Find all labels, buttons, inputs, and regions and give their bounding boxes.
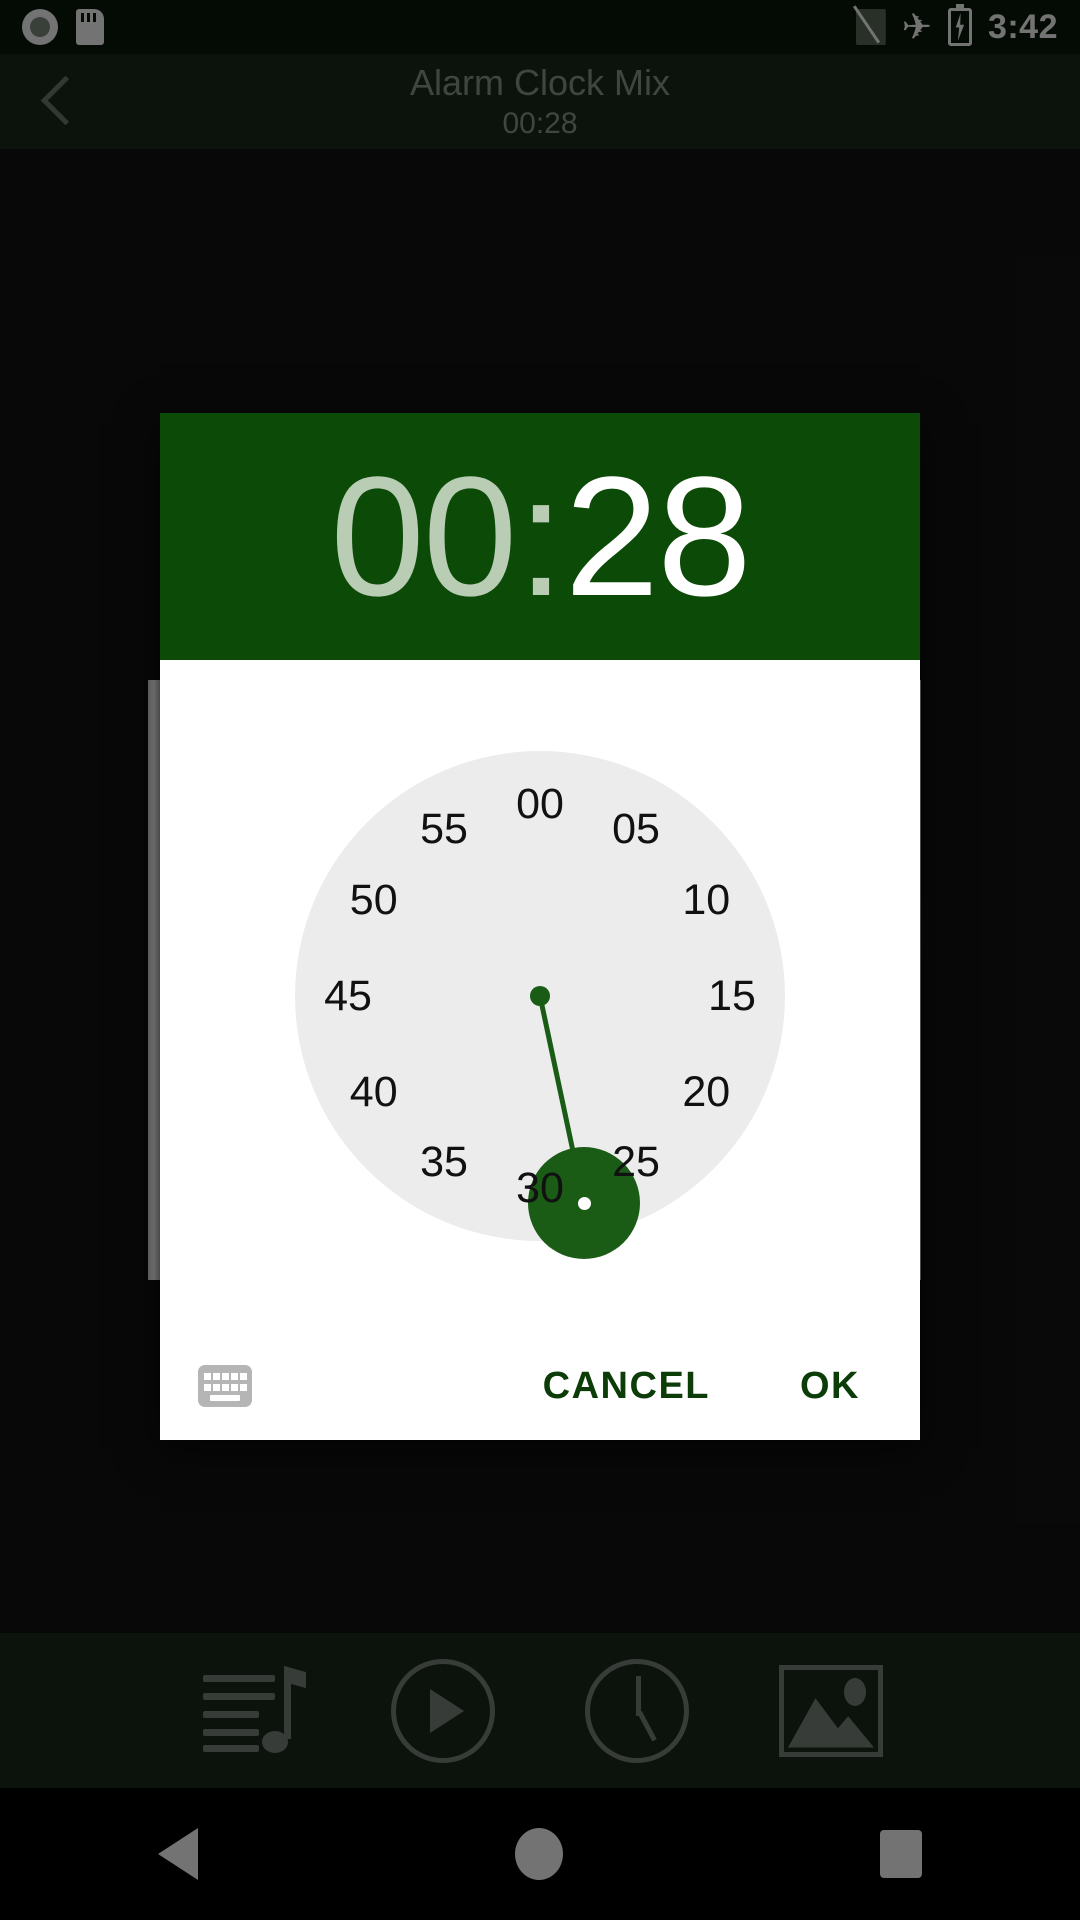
keyboard-icon[interactable]	[198, 1365, 252, 1407]
hours-value[interactable]: 00	[330, 452, 517, 622]
time-display: 00 : 28	[330, 441, 752, 632]
dialog-action-row: CANCEL OK	[160, 1332, 920, 1440]
clock-tick-35[interactable]: 35	[406, 1134, 482, 1190]
time-picker-body: 00 05 10 15 20 25 30 35 40 45 50 55	[160, 660, 920, 1332]
clock-tick-25[interactable]: 25	[598, 1134, 674, 1190]
time-picker-header: 00 : 28	[160, 413, 920, 660]
cancel-button[interactable]: CANCEL	[521, 1355, 732, 1418]
clock-center-dot	[530, 986, 550, 1006]
clock-tick-40[interactable]: 40	[336, 1064, 412, 1120]
underlying-edge-strip	[148, 680, 160, 1280]
clock-dial[interactable]: 00 05 10 15 20 25 30 35 40 45 50 55	[295, 751, 785, 1260]
ok-button[interactable]: OK	[778, 1355, 882, 1418]
clock-tick-00[interactable]: 00	[502, 776, 578, 832]
clock-tick-55[interactable]: 55	[406, 802, 482, 858]
minutes-value[interactable]: 28	[565, 452, 752, 622]
clock-tick-50[interactable]: 50	[336, 872, 412, 928]
time-picker-dialog: 00 : 28 00 05 10 15 20 25 30 35 40 45 50 55 CANCEL …	[160, 413, 920, 1440]
clock-tick-45[interactable]: 45	[310, 968, 386, 1024]
clock-tick-15[interactable]: 15	[694, 968, 770, 1024]
clock-tick-10[interactable]: 10	[668, 872, 744, 928]
clock-tick-30[interactable]: 30	[502, 1160, 578, 1216]
screen: Alarm Clock Mix 00:28 00 :	[0, 0, 1080, 1920]
time-separator: :	[517, 441, 564, 632]
clock-tick-05[interactable]: 05	[598, 802, 674, 858]
clock-tick-20[interactable]: 20	[668, 1064, 744, 1120]
